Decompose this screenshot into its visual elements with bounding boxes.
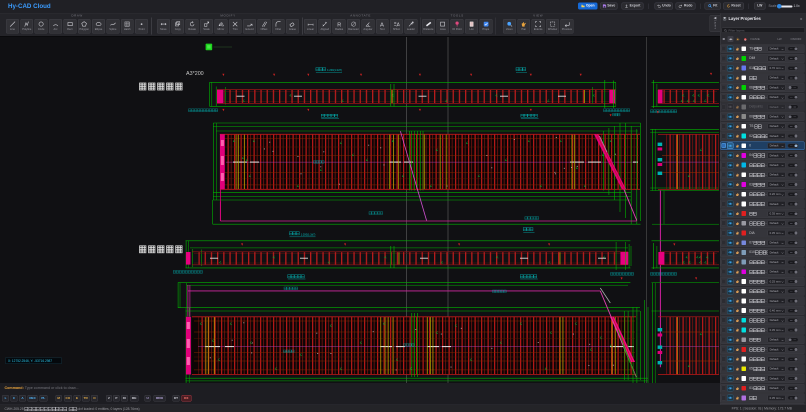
svg-text:1:200(1:2d7): 1:200(1:2d7): [301, 232, 316, 236]
svg-text:A3*200: A3*200: [186, 71, 204, 77]
svg-text:X: 12752.2546, Y: -53716.2987: X: 12752.2546, Y: -53716.2987: [8, 359, 52, 363]
svg-text:R: R: [337, 22, 341, 27]
svg-text:1:200(1:2d7): 1:200(1:2d7): [327, 68, 342, 72]
svg-text:A: A: [396, 23, 399, 28]
svg-text:A: A: [380, 23, 384, 28]
